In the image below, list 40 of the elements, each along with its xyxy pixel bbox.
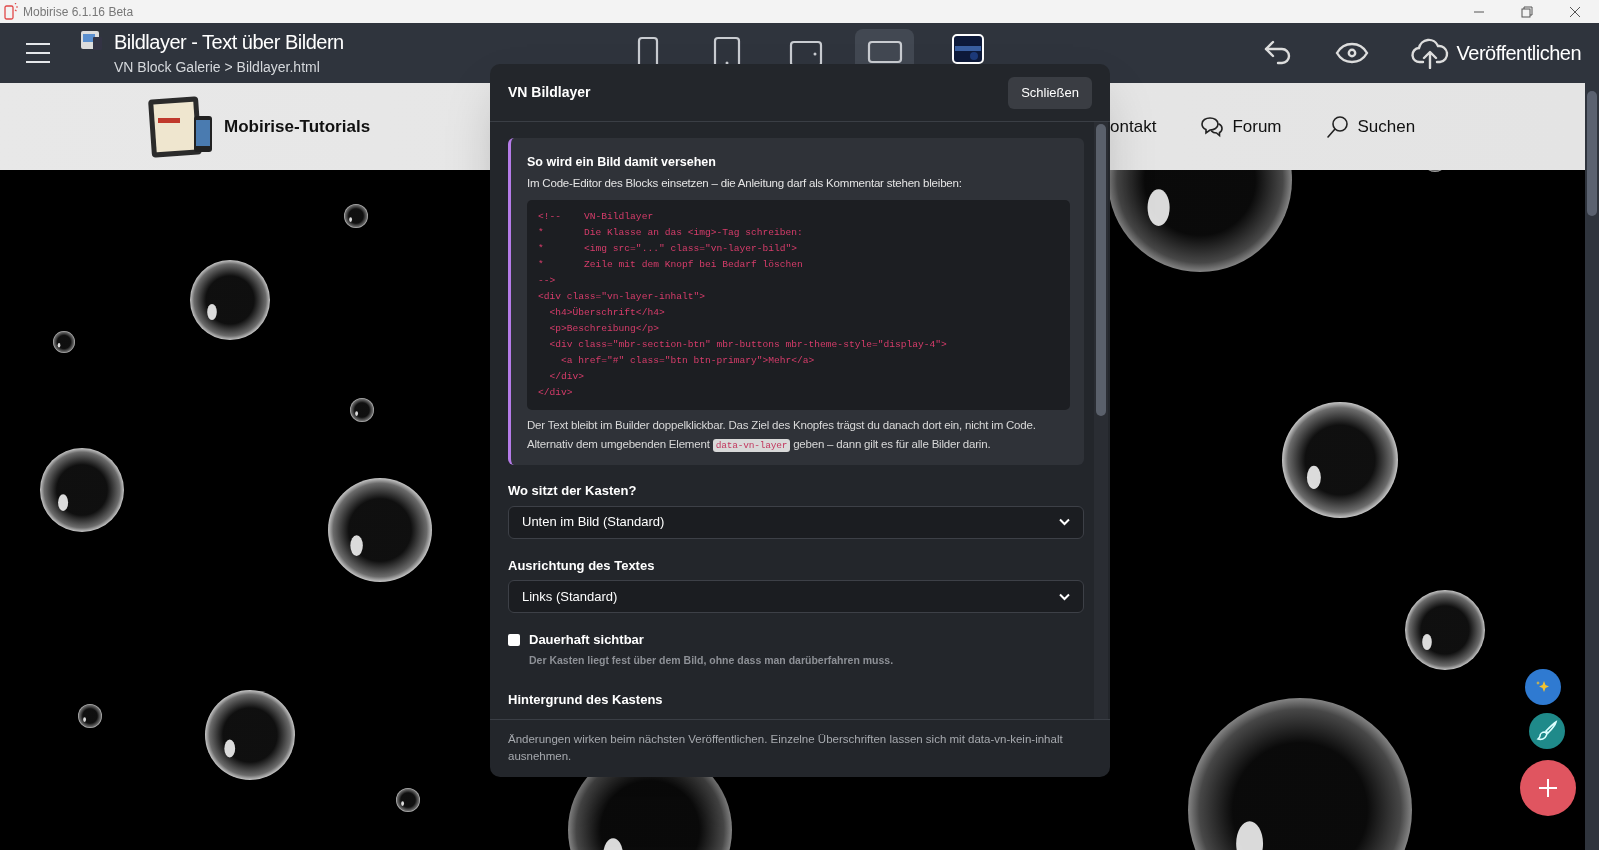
window-title: Mobirise 6.1.16 Beta: [23, 3, 134, 21]
tablet-logo-icon: [148, 95, 214, 158]
nav-link[interactable]: Suchen: [1325, 113, 1416, 140]
nav-link[interactable]: ontakt: [1110, 113, 1157, 140]
dialog-title: VN Bildlayer: [508, 83, 591, 102]
close-button[interactable]: Schließen: [1008, 76, 1092, 109]
eye-icon[interactable]: [1334, 42, 1369, 64]
select-field[interactable]: Unten im Bild (Standard): [508, 505, 1084, 539]
plus-icon: [1538, 778, 1558, 798]
publish-button[interactable]: Veröffentlichen: [1410, 37, 1581, 69]
field-label: Wo sitzt der Kasten?: [508, 482, 638, 500]
nav-link[interactable]: Forum: [1200, 113, 1282, 140]
code-block: <!-- VN-Bildlayer * Die Klasse an das <img>-Tag schreiben: * <img src="..." class="vn-layer-bild"> * Zeile mit dem Knopf bei Bedarf löschen --> <div class="vn-layer-inhalt"> <h4>Überschrift</h4> <p>Beschreibung</p> <div class="mbr-section-btn" mbr-buttons mbr-theme-style="display-4"> <a href="#" class="btn btn-primary">Mehr</a> </div> </div>: [527, 200, 1070, 410]
undo-icon[interactable]: [1262, 40, 1293, 66]
select-field[interactable]: Links (Standard): [508, 580, 1084, 613]
checkbox-hint: Der Kasten liegt fest über dem Bild, ohne dass man darüberfahren muss.: [529, 652, 895, 668]
breadcrumb[interactable]: VN Block Galerie > Bildlayer.html: [114, 58, 344, 76]
close-icon[interactable]: [1569, 5, 1581, 18]
info-note: Der Text bleibt im Builder doppelklickbar. Das Ziel des Knopfes trägst du danach dort ein, nicht im Code. Alternativ dem umgebenden Element data-vn-layer geben – dann gilt es für alle Bilder darin.: [527, 418, 1037, 454]
phone-icon: [4, 3, 18, 20]
paintbrush-icon: [1536, 720, 1558, 742]
field-label: Hintergrund des Kastens: [508, 691, 664, 710]
page-thumbnail-icon: [80, 29, 104, 51]
dialog-scrollbar-thumb[interactable]: [1096, 124, 1106, 416]
scrollbar-thumb[interactable]: [1587, 91, 1597, 216]
field-label: Ausrichtung des Textes: [508, 556, 656, 575]
chevron-down-icon: [1059, 592, 1070, 601]
menu-icon[interactable]: [25, 42, 51, 64]
info-intro: Im Code-Editor des Blocks einsetzen – die Anleitung darf als Kommentar stehen bleiben:: [527, 175, 963, 191]
info-heading: So wird ein Bild damit versehen: [527, 154, 717, 171]
dialog-footer-note: Änderungen wirken beim nächsten Veröffentlichen. Einzelne Überschriften lassen sich mit data-vn-kein-inhalt ausnehmen.: [508, 732, 1064, 764]
checkbox[interactable]: [508, 633, 520, 646]
speech-bubbles-icon: [1200, 115, 1225, 138]
site-brand[interactable]: Mobirise-Tutorials: [224, 113, 371, 140]
search-icon: [1325, 114, 1350, 139]
cloud-upload-icon: [1410, 37, 1449, 69]
chevron-down-icon: [1059, 518, 1070, 526]
checkbox-label: Dauerhaft sichtbar: [529, 631, 644, 649]
restore-icon[interactable]: [1521, 5, 1533, 18]
page-title: Bildlayer - Text über Bildern: [114, 30, 344, 54]
